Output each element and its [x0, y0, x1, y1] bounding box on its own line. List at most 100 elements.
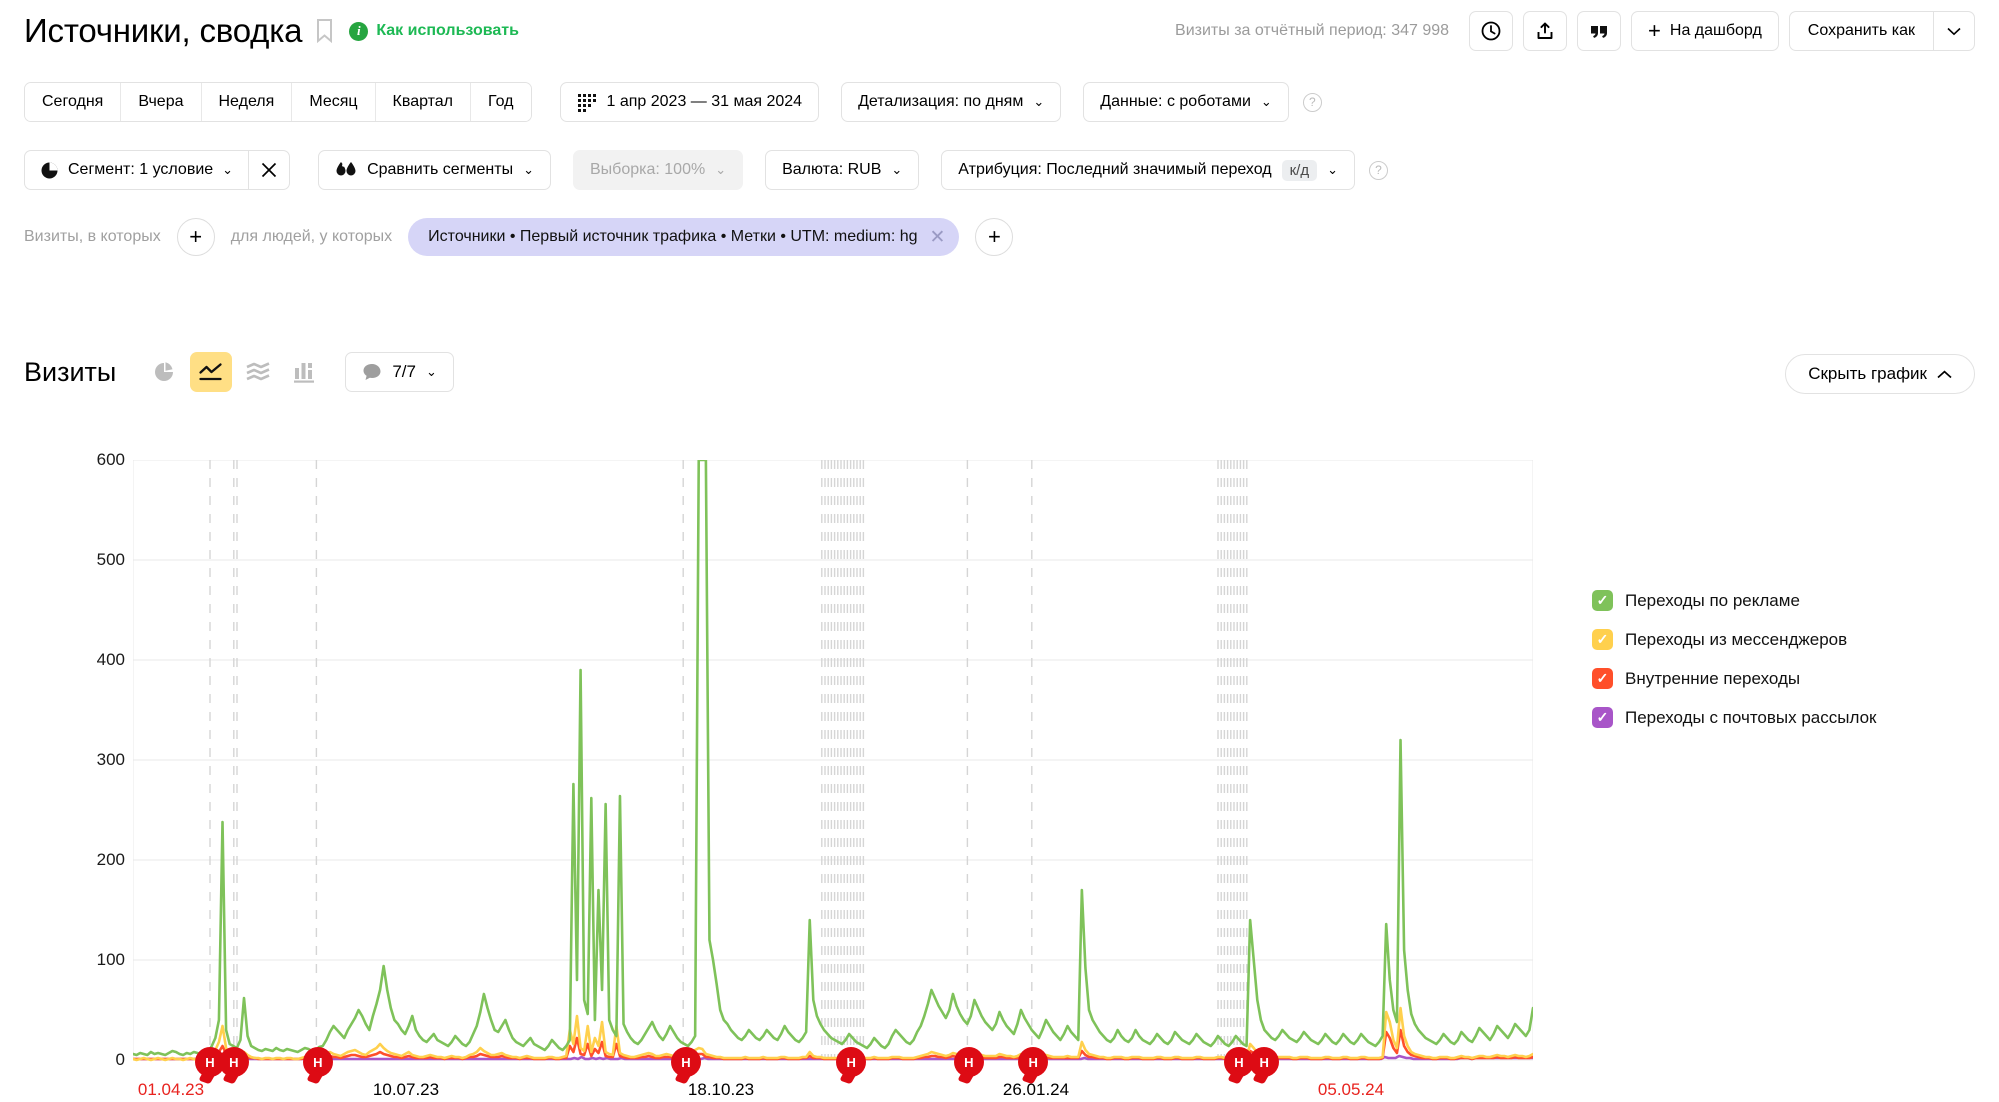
history-button[interactable] — [1469, 11, 1513, 51]
help-icon[interactable]: ? — [1303, 93, 1322, 112]
view-type-bar[interactable] — [284, 352, 326, 392]
date-preset-quarter[interactable]: Квартал — [376, 83, 471, 121]
help-icon[interactable]: ? — [1369, 161, 1388, 180]
page-header: Источники, сводка i Как использовать Виз… — [0, 0, 1999, 62]
legend-checkbox[interactable]: ✓ — [1592, 707, 1613, 728]
chevron-down-icon: ⌄ — [891, 162, 902, 178]
legend-item-internal[interactable]: ✓ Внутренние переходы — [1592, 668, 1876, 689]
detalization-label: Детализация: по дням — [858, 93, 1023, 111]
chart-annotation-marker[interactable]: H — [671, 1047, 701, 1077]
upload-icon — [1534, 20, 1556, 42]
date-preset-yesterday[interactable]: Вчера — [121, 83, 201, 121]
drops-icon — [335, 161, 357, 180]
filter-chip-label: Источники • Первый источник трафика • Ме… — [428, 228, 917, 246]
chart-annotation-marker[interactable]: H — [1249, 1047, 1279, 1077]
compare-segments-button[interactable]: Сравнить сегменты ⌄ — [318, 150, 551, 190]
chart-legend: ✓ Переходы по рекламе ✓ Переходы из месс… — [1592, 590, 1876, 746]
how-to-use-label: Как использовать — [376, 22, 519, 40]
chart-container: 0100200300400500600 01.04.2310.07.2318.1… — [0, 430, 1999, 1090]
metrika-report-page: Источники, сводка i Как использовать Виз… — [0, 0, 1999, 1102]
chart-title: Визиты — [24, 357, 116, 388]
chart-plot[interactable] — [133, 460, 1533, 1080]
chevron-down-icon: ⌄ — [222, 162, 233, 178]
chart-annotation-marker[interactable]: H — [219, 1047, 249, 1077]
x-axis-tick: 26.01.24 — [1003, 1080, 1069, 1100]
attribution-select[interactable]: Атрибуция: Последний значимый переход к/… — [941, 150, 1355, 190]
chevron-down-icon: ⌄ — [426, 364, 437, 380]
legend-label: Переходы с почтовых рассылок — [1625, 708, 1876, 728]
save-as-button[interactable]: Сохранить как — [1789, 11, 1933, 51]
legend-checkbox[interactable]: ✓ — [1592, 668, 1613, 689]
pie-icon — [40, 161, 59, 180]
chart-annotation-marker[interactable]: H — [303, 1047, 333, 1077]
clock-icon — [1480, 20, 1502, 42]
view-type-pie[interactable] — [143, 352, 185, 392]
segment-clear-button[interactable] — [248, 150, 290, 190]
people-filter-label: для людей, у которых — [231, 228, 392, 246]
add-to-dashboard-label: На дашборд — [1670, 22, 1762, 40]
date-preset-week[interactable]: Неделя — [202, 83, 293, 121]
date-preset-year[interactable]: Год — [471, 83, 530, 121]
metric-selector-label: 7/7 — [392, 362, 416, 382]
date-range-label: 1 апр 2023 — 31 мая 2024 — [607, 93, 803, 111]
y-axis-tick: 600 — [55, 450, 125, 470]
sample-select[interactable]: Выборка: 100% ⌄ — [573, 150, 743, 190]
chart-annotation-marker[interactable]: H — [836, 1047, 866, 1077]
y-axis-tick: 400 — [55, 650, 125, 670]
legend-checkbox[interactable]: ✓ — [1592, 590, 1613, 611]
bar-chart-icon — [292, 360, 318, 384]
segment-group: Сегмент: 1 условие ⌄ — [24, 150, 290, 190]
x-axis-tick: 18.10.23 — [688, 1080, 754, 1100]
view-type-line[interactable] — [190, 352, 232, 392]
pie-chart-icon — [152, 360, 176, 384]
chevron-up-icon — [1937, 370, 1952, 379]
hide-chart-button[interactable]: Скрыть график — [1785, 354, 1975, 394]
bookmark-icon[interactable] — [316, 19, 333, 43]
calendar-icon — [577, 92, 597, 112]
date-range-picker[interactable]: 1 апр 2023 — 31 мая 2024 — [560, 82, 820, 122]
chevron-down-icon: ⌄ — [1327, 162, 1338, 178]
close-icon[interactable]: ✕ — [930, 226, 946, 249]
legend-item-ads[interactable]: ✓ Переходы по рекламе — [1592, 590, 1876, 611]
date-preset-group: Сегодня Вчера Неделя Месяц Квартал Год — [24, 82, 532, 122]
add-people-filter-button[interactable]: + — [975, 218, 1013, 256]
legend-checkbox[interactable]: ✓ — [1592, 629, 1613, 650]
legend-item-messengers[interactable]: ✓ Переходы из мессенджеров — [1592, 629, 1876, 650]
attribution-tag: к/д — [1282, 160, 1317, 181]
bubble-icon — [362, 362, 382, 382]
filter-row: Визиты, в которых + для людей, у которых… — [24, 218, 1013, 256]
chevron-down-icon — [1947, 27, 1961, 36]
chevron-down-icon: ⌄ — [1261, 94, 1272, 110]
legend-item-email[interactable]: ✓ Переходы с почтовых рассылок — [1592, 707, 1876, 728]
view-type-area[interactable] — [237, 352, 279, 392]
y-axis-tick: 300 — [55, 750, 125, 770]
x-axis-tick: 05.05.24 — [1318, 1080, 1384, 1100]
segment-button[interactable]: Сегмент: 1 условие ⌄ — [24, 150, 248, 190]
segment-toolbar: Сегмент: 1 условие ⌄ Сравнить сегменты ⌄… — [24, 150, 1388, 190]
visits-counter: Визиты за отчётный период: 347 998 — [1175, 22, 1449, 40]
chevron-down-icon: ⌄ — [523, 162, 534, 178]
attribution-label: Атрибуция: Последний значимый переход — [958, 161, 1271, 179]
data-robots-select[interactable]: Данные: с роботами ⌄ — [1083, 82, 1289, 122]
export-button[interactable] — [1523, 11, 1567, 51]
chart-annotation-marker[interactable]: H — [1018, 1047, 1048, 1077]
x-axis-tick: 01.04.23 — [138, 1080, 204, 1100]
add-to-dashboard-button[interactable]: + На дашборд — [1631, 11, 1779, 51]
save-as-dropdown-button[interactable] — [1933, 11, 1975, 51]
comments-button[interactable] — [1577, 11, 1621, 51]
info-icon: i — [349, 22, 368, 41]
hide-chart-label: Скрыть график — [1808, 364, 1927, 384]
compare-segments-label: Сравнить сегменты — [367, 161, 513, 179]
detalization-select[interactable]: Детализация: по дням ⌄ — [841, 82, 1061, 122]
how-to-use-link[interactable]: i Как использовать — [349, 22, 519, 41]
date-preset-today[interactable]: Сегодня — [25, 83, 121, 121]
save-as-group: Сохранить как — [1789, 11, 1975, 51]
add-visit-filter-button[interactable]: + — [177, 218, 215, 256]
filter-chip[interactable]: Источники • Первый источник трафика • Ме… — [408, 218, 959, 256]
currency-select[interactable]: Валюта: RUB ⌄ — [765, 150, 919, 190]
metric-selector-button[interactable]: 7/7 ⌄ — [345, 352, 454, 392]
date-preset-month[interactable]: Месяц — [292, 83, 375, 121]
currency-label: Валюта: RUB — [782, 161, 881, 179]
chart-annotation-marker[interactable]: H — [954, 1047, 984, 1077]
y-axis-tick: 500 — [55, 550, 125, 570]
